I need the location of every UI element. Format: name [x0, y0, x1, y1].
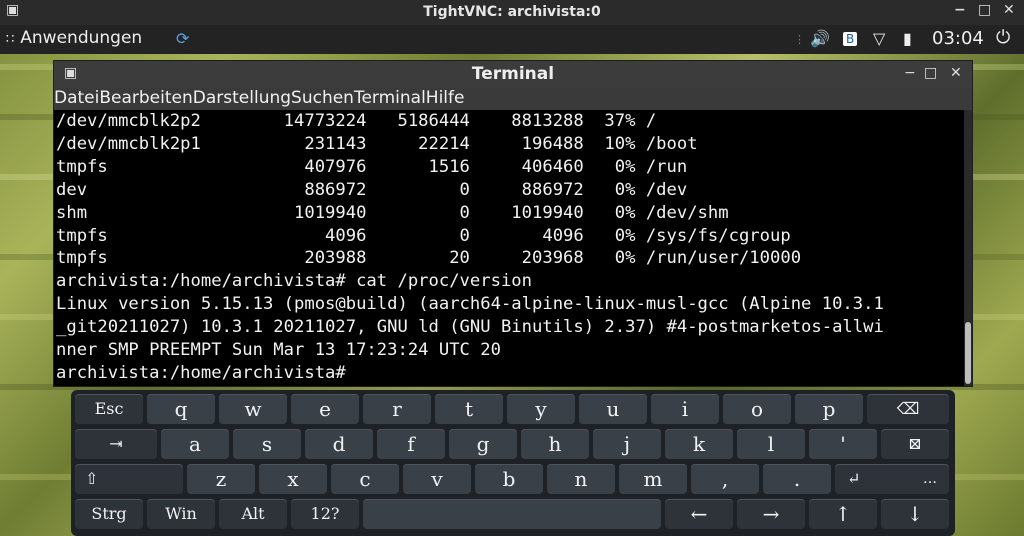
terminal-line: tmpfs 203988 20 203968 0% /run/user/1000… — [56, 248, 802, 269]
key-i[interactable]: i — [651, 394, 719, 424]
terminal-prompt-line: archivista:/home/archivista# — [56, 362, 346, 383]
key-d[interactable]: d — [305, 429, 373, 459]
minimize-button[interactable]: − — [954, 2, 966, 18]
terminal-output[interactable]: /dev/mmcblk2p2 14773224 5186444 8813288 … — [54, 110, 964, 386]
terminal-line: shm 1019940 0 1019940 0% /dev/shm — [56, 202, 729, 223]
key-a[interactable]: a — [161, 429, 229, 459]
terminal-maximize-button[interactable]: □ — [924, 65, 937, 81]
onscreen-keyboard: Esc q w e r t y u i o p ⌫ ⇥ a s d f g h … — [71, 390, 955, 536]
key-q[interactable]: q — [147, 394, 215, 424]
key-shift[interactable]: ⇧ — [75, 464, 183, 494]
terminal-titlebar[interactable]: ▣ Terminal − □ ✕ — [54, 61, 972, 88]
key-x[interactable]: x — [259, 464, 327, 494]
terminal-line: _git20211027) 10.3.1 20211027, GNU ld (G… — [56, 317, 884, 338]
key-l[interactable]: l — [737, 429, 805, 459]
key-apostrophe[interactable]: ' — [809, 429, 877, 459]
terminal-window: ▣ Terminal − □ ✕ Datei Bearbeiten Darste… — [53, 60, 973, 387]
refresh-icon[interactable]: ⟳ — [176, 29, 189, 48]
key-numbers-toggle[interactable]: 12? — [291, 499, 359, 529]
menu-darstellung[interactable]: Darstellung — [193, 88, 291, 108]
maximize-button[interactable]: □ — [978, 2, 991, 18]
key-arrow-left[interactable]: ← — [665, 499, 733, 529]
key-enter[interactable]: ↵… — [835, 464, 949, 494]
key-period[interactable]: . — [763, 464, 831, 494]
key-win[interactable]: Win — [147, 499, 215, 529]
key-esc[interactable]: Esc — [75, 394, 143, 424]
terminal-menubar: Datei Bearbeiten Darstellung Suchen Term… — [54, 88, 972, 110]
key-h[interactable]: h — [521, 429, 589, 459]
menu-bearbeiten[interactable]: Bearbeiten — [99, 88, 192, 108]
grid-icon: ∷ — [6, 32, 15, 47]
terminal-line: Linux version 5.15.13 (pmos@build) (aarc… — [56, 294, 884, 315]
speaker-icon[interactable]: 🔊 — [810, 29, 830, 48]
key-o[interactable]: o — [723, 394, 791, 424]
key-v[interactable]: v — [403, 464, 471, 494]
terminal-line: tmpfs 407976 1516 406460 0% /run — [56, 156, 688, 177]
menu-datei[interactable]: Datei — [54, 88, 99, 108]
power-icon[interactable]: ⏻ — [996, 27, 1010, 48]
key-space[interactable] — [363, 499, 661, 529]
scrollbar-thumb[interactable] — [965, 322, 971, 384]
key-g[interactable]: g — [449, 429, 517, 459]
terminal-line: nner SMP PREEMPT Sun Mar 13 17:23:24 UTC… — [56, 340, 501, 361]
key-k[interactable]: k — [665, 429, 733, 459]
key-w[interactable]: w — [219, 394, 287, 424]
more-dots-icon: … — [923, 471, 937, 487]
key-b[interactable]: b — [475, 464, 543, 494]
terminal-close-button[interactable]: ✕ — [950, 65, 962, 81]
key-tab[interactable]: ⇥ — [75, 429, 157, 459]
wifi-icon[interactable]: ▽ — [873, 29, 885, 48]
key-arrow-up[interactable]: ↑ — [809, 499, 877, 529]
menu-terminal[interactable]: Terminal — [354, 88, 426, 108]
key-m[interactable]: m — [619, 464, 687, 494]
key-r[interactable]: r — [363, 394, 431, 424]
panel-separator-icon: ⋮ — [794, 33, 805, 46]
applications-menu[interactable]: ∷ Anwendungen — [6, 28, 142, 48]
terminal-line: /dev/mmcblk2p2 14773224 5186444 8813288 … — [56, 111, 657, 131]
battery-icon[interactable]: ▮ — [903, 29, 912, 48]
key-f[interactable]: f — [377, 429, 445, 459]
bluetooth-icon[interactable]: B — [843, 32, 858, 46]
key-z[interactable]: z — [187, 464, 255, 494]
key-comma[interactable]: , — [691, 464, 759, 494]
vnc-window-title: TightVNC: archivista:0 — [423, 4, 601, 20]
key-t[interactable]: t — [435, 394, 503, 424]
terminal-line: archivista:/home/archivista# cat /proc/v… — [56, 271, 532, 292]
terminal-scrollbar[interactable] — [964, 110, 972, 386]
terminal-minimize-button[interactable]: − — [904, 65, 916, 81]
close-button[interactable]: ✕ — [1003, 2, 1015, 18]
key-enter-label: ↵ — [847, 469, 861, 488]
key-s[interactable]: s — [233, 429, 301, 459]
terminal-title: Terminal — [471, 64, 555, 84]
terminal-line: dev 886972 0 886972 0% /dev — [56, 179, 688, 200]
key-j[interactable]: j — [593, 429, 661, 459]
top-panel: ∷ Anwendungen ⟳ ⋮ 🔊 B ▽ ▮ 03:04 ⏻ — [0, 25, 1024, 54]
menu-hilfe[interactable]: Hilfe — [426, 88, 465, 108]
key-arrow-right[interactable]: → — [737, 499, 805, 529]
key-y[interactable]: y — [507, 394, 575, 424]
key-ctrl[interactable]: Strg — [75, 499, 143, 529]
applications-menu-label: Anwendungen — [20, 28, 143, 48]
key-p[interactable]: p — [795, 394, 863, 424]
key-delete[interactable]: ⊠ — [881, 429, 949, 459]
key-arrow-down[interactable]: ↓ — [881, 499, 949, 529]
terminal-line: /dev/mmcblk2p1 231143 22214 196488 10% /… — [56, 133, 698, 154]
key-e[interactable]: e — [291, 394, 359, 424]
vnc-titlebar: ▣ TightVNC: archivista:0 − □ ✕ — [0, 0, 1024, 25]
menu-suchen[interactable]: Suchen — [291, 88, 354, 108]
key-backspace[interactable]: ⌫ — [867, 394, 949, 424]
clock[interactable]: 03:04 — [932, 28, 984, 49]
terminal-line: tmpfs 4096 0 4096 0% /sys/fs/cgroup — [56, 225, 791, 246]
key-n[interactable]: n — [547, 464, 615, 494]
key-c[interactable]: c — [331, 464, 399, 494]
key-u[interactable]: u — [579, 394, 647, 424]
key-alt[interactable]: Alt — [219, 499, 287, 529]
